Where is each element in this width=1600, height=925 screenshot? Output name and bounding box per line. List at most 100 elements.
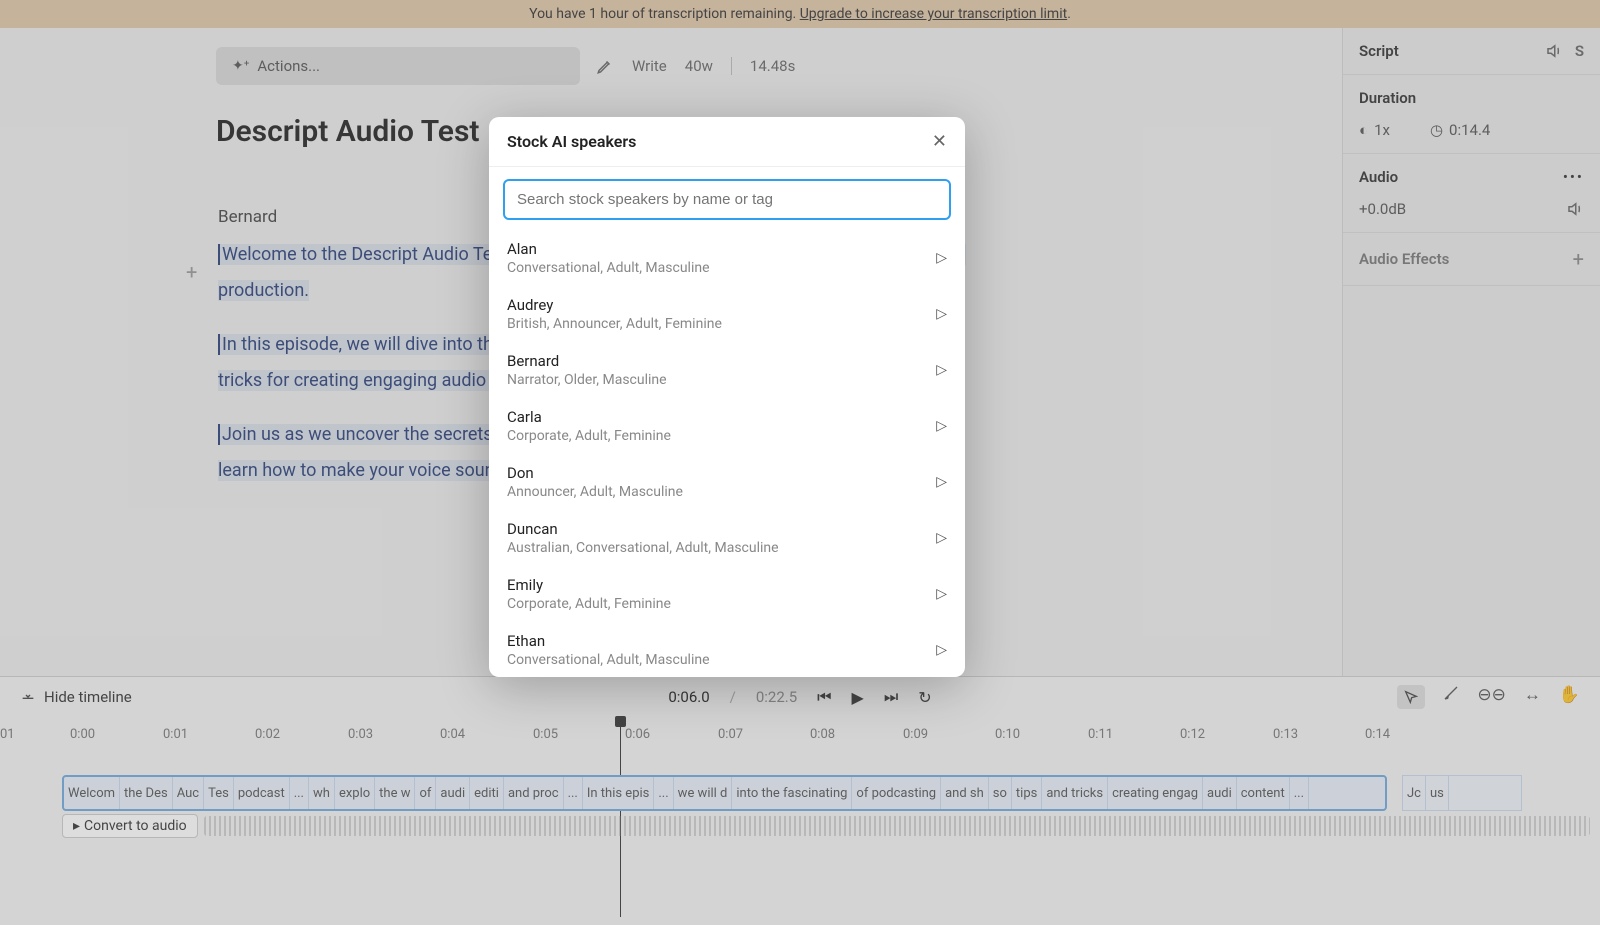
play-preview-button[interactable]: ▷ (936, 306, 947, 322)
close-icon[interactable]: ✕ (932, 131, 947, 152)
speaker-list[interactable]: AlanConversational, Adult, Masculine▷Aud… (489, 226, 965, 677)
speaker-tags: Corporate, Adult, Feminine (507, 596, 671, 612)
clip-word[interactable]: In this epis (583, 777, 655, 809)
clip-word[interactable]: into the fascinating (732, 777, 852, 809)
banner-text: You have 1 hour of transcription remaini… (529, 6, 800, 22)
time-ruler[interactable]: 010:000:010:020:030:040:050:060:070:080:… (0, 717, 1600, 755)
ruler-tick: 01 (0, 727, 15, 742)
hide-timeline-button[interactable]: Hide timeline (20, 688, 132, 706)
convert-label: Convert to audio (84, 818, 187, 834)
speaker-name: Bernard (507, 352, 667, 370)
play-preview-button[interactable]: ▷ (936, 418, 947, 434)
actions-button[interactable]: ✦⁺ Actions... (216, 47, 580, 85)
clip-word[interactable]: the w (375, 777, 415, 809)
speaker-name: Ethan (507, 632, 710, 650)
speaker-item[interactable]: Carla Corporate, Adult, Feminine ▷ (489, 398, 965, 454)
clip-word[interactable]: tips (1012, 777, 1042, 809)
clip-word[interactable]: ... (564, 777, 583, 809)
clip-word[interactable]: and tricks (1042, 777, 1108, 809)
text-clip-track[interactable]: Jcus (1402, 775, 1522, 811)
clip-word[interactable]: ... (290, 777, 309, 809)
play-preview-button[interactable]: ▷ (936, 586, 947, 602)
clip-word[interactable]: and proc (504, 777, 564, 809)
stretch-tool-button[interactable]: ↔ (1524, 685, 1541, 709)
clip-word[interactable]: so (989, 777, 1012, 809)
select-tool-button[interactable] (1397, 685, 1425, 709)
total-time: 0:14.4 (1449, 121, 1490, 139)
s-badge[interactable]: S (1575, 42, 1584, 60)
write-label[interactable]: Write (632, 57, 667, 75)
word-count: 40w (685, 57, 713, 75)
play-preview-button[interactable]: ▷ (936, 250, 947, 266)
speed-value[interactable]: 1x (1374, 121, 1390, 139)
clip-word[interactable]: of podcasting (852, 777, 941, 809)
play-preview-button[interactable]: ▷ (936, 474, 947, 490)
play-preview-button[interactable]: ▷ (936, 530, 947, 546)
speaker-item[interactable]: DuncanAustralian, Conversational, Adult,… (489, 510, 965, 566)
speaker-name: Alan (507, 240, 710, 258)
ruler-tick: 0:12 (1180, 727, 1205, 742)
volume-icon[interactable] (1545, 42, 1563, 60)
clip-word[interactable]: editi (470, 777, 504, 809)
speaker-tags: British, Announcer, Adult, Feminine (507, 316, 722, 332)
speaker-tags: Corporate, Adult, Feminine (507, 428, 671, 444)
text-clip-track[interactable]: Welcomthe DesAucTespodcast...whexplothe … (62, 775, 1387, 811)
plus-icon[interactable]: + (1573, 247, 1584, 271)
speaker-tags: Conversational, Adult, Masculine (507, 652, 710, 668)
clip-word[interactable]: the Des (120, 777, 173, 809)
upgrade-banner: You have 1 hour of transcription remaini… (0, 0, 1600, 28)
speaker-item[interactable]: Emily Corporate, Adult, Feminine ▷ (489, 566, 965, 622)
clip-word[interactable]: content (1237, 777, 1290, 809)
auto-tool-button[interactable]: ⊖⊖ (1477, 685, 1506, 709)
clip-word[interactable]: ... (1290, 777, 1309, 809)
skip-back-button[interactable]: ⏮ (817, 687, 831, 707)
hand-tool-button[interactable]: ✋ (1559, 685, 1580, 709)
properties-panel: Script S Duration ◐1x ◷0:14.4 Audio ••• … (1342, 28, 1600, 676)
ruler-tick: 0:14 (1365, 727, 1390, 742)
speaker-item[interactable]: AudreyBritish, Announcer, Adult, Feminin… (489, 286, 965, 342)
ruler-tick: 0:13 (1273, 727, 1298, 742)
upgrade-link[interactable]: Upgrade to increase your transcription l… (800, 6, 1067, 22)
modal-title: Stock AI speakers (507, 132, 636, 151)
clip-word[interactable]: podcast (234, 777, 290, 809)
clip-word[interactable]: audi (436, 777, 470, 809)
play-preview-button[interactable]: ▷ (936, 362, 947, 378)
current-time: 0:06.0 (668, 688, 709, 706)
ruler-tick: 0:02 (255, 727, 280, 742)
ruler-tick: 0:06 (625, 727, 650, 742)
speaker-name: Emily (507, 576, 671, 594)
speaker-item[interactable]: AlanConversational, Adult, Masculine▷ (489, 230, 965, 286)
clip-word[interactable]: Auc (173, 777, 204, 809)
clip-word[interactable]: wh (309, 777, 335, 809)
clip-word[interactable]: Tes (204, 777, 234, 809)
clip-word[interactable]: and sh (941, 777, 989, 809)
more-icon[interactable]: ••• (1563, 168, 1584, 186)
search-input[interactable] (503, 179, 951, 220)
clip-word[interactable]: we will d (674, 777, 733, 809)
speaker-item[interactable]: BernardNarrator, Older, Masculine▷ (489, 342, 965, 398)
clip-word[interactable]: audi (1203, 777, 1237, 809)
speaker-item[interactable]: DonAnnouncer, Adult, Masculine▷ (489, 454, 965, 510)
convert-to-audio-button[interactable]: ▸ Convert to audio (62, 814, 198, 838)
chevron-right-icon: ▸ (73, 818, 80, 834)
ruler-tick: 0:07 (718, 727, 743, 742)
clip-word[interactable]: creating engag (1108, 777, 1203, 809)
gain-value[interactable]: +0.0dB (1359, 200, 1406, 218)
clip-word[interactable]: Jc (1403, 776, 1426, 810)
skip-forward-button[interactable]: ⏭ (884, 687, 898, 707)
clip-word[interactable]: of (415, 777, 436, 809)
clip-word[interactable]: us (1426, 776, 1449, 810)
play-button[interactable]: ▶ (852, 688, 864, 707)
ruler-tick: 0:03 (348, 727, 373, 742)
speaker-item[interactable]: Ethan Conversational, Adult, Masculine ▷ (489, 622, 965, 677)
add-block-button[interactable]: + (186, 260, 197, 284)
clip-word[interactable]: Welcom (64, 777, 120, 809)
speaker-name: Carla (507, 408, 671, 426)
play-preview-button[interactable]: ▷ (936, 642, 947, 658)
collapse-icon (20, 689, 36, 705)
volume-icon[interactable] (1566, 200, 1584, 218)
clip-word[interactable]: explo (335, 777, 375, 809)
loop-button[interactable]: ↻ (918, 688, 931, 707)
clip-word[interactable]: ... (654, 777, 673, 809)
blade-tool-button[interactable] (1443, 685, 1459, 709)
